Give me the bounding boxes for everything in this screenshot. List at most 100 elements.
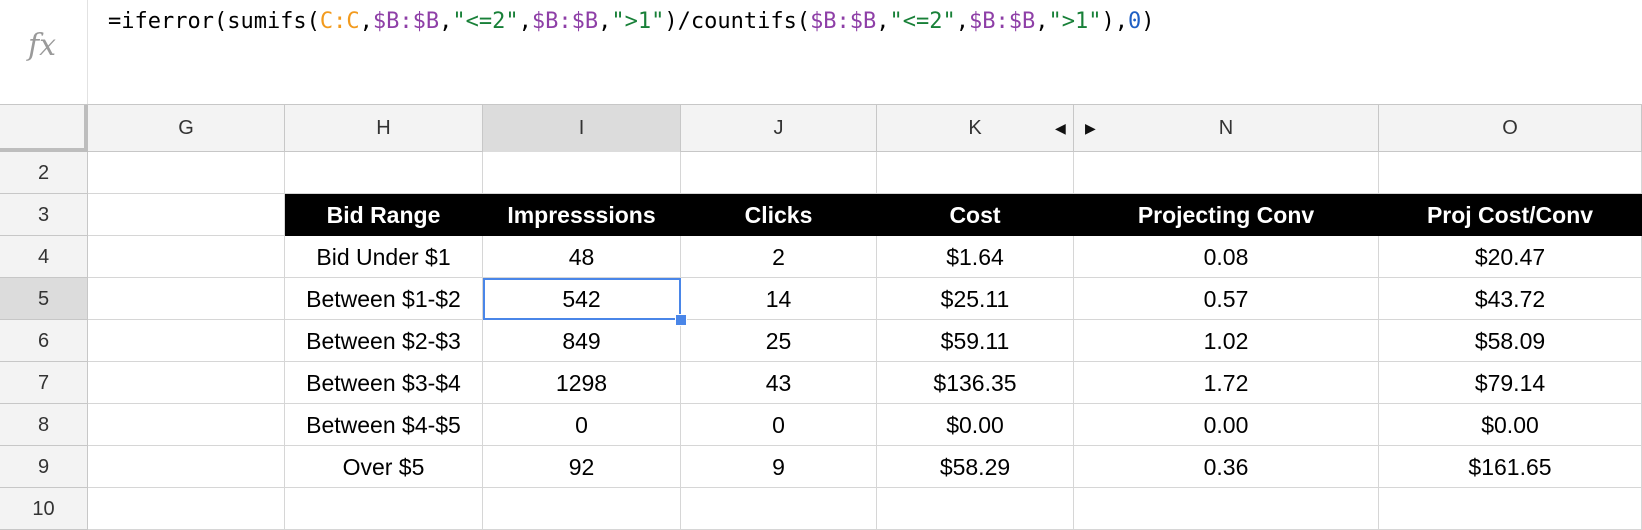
table-cell[interactable]: 43	[681, 362, 877, 404]
table-cell[interactable]: $43.72	[1379, 278, 1642, 320]
table-header-cell[interactable]: Bid Range	[285, 194, 483, 236]
empty-cell[interactable]	[877, 152, 1074, 194]
empty-cell[interactable]	[88, 236, 285, 278]
formula-token: ,	[518, 9, 532, 34]
select-all-corner[interactable]	[0, 105, 88, 152]
empty-cell[interactable]	[681, 152, 877, 194]
empty-cell[interactable]	[88, 194, 285, 236]
table-cell[interactable]: 0.57	[1074, 278, 1379, 320]
empty-cell[interactable]	[88, 362, 285, 404]
row-header-9[interactable]: 9	[0, 446, 88, 488]
empty-cell[interactable]	[88, 320, 285, 362]
empty-cell[interactable]	[877, 488, 1074, 530]
formula-token: $B:$B	[372, 9, 440, 34]
column-header-i[interactable]: I	[483, 105, 681, 152]
table-cell[interactable]: Between $2-$3	[285, 320, 483, 362]
formula-input[interactable]: =iferror(sumifs(C:C,$B:$B,"<=2",$B:$B,">…	[108, 8, 1155, 36]
empty-cell[interactable]	[1379, 488, 1642, 530]
table-cell[interactable]: Over $5	[285, 446, 483, 488]
row-header-5[interactable]: 5	[0, 278, 88, 320]
table-header-cell[interactable]: Cost	[877, 194, 1074, 236]
empty-cell[interactable]	[483, 488, 681, 530]
empty-cell[interactable]	[88, 446, 285, 488]
table-cell[interactable]: 1298	[483, 362, 681, 404]
formula-bar[interactable]: fx =iferror(sumifs(C:C,$B:$B,"<=2",$B:$B…	[0, 0, 1642, 104]
empty-cell[interactable]	[88, 404, 285, 446]
table-cell[interactable]: $20.47	[1379, 236, 1642, 278]
table-cell[interactable]: $0.00	[1379, 404, 1642, 446]
empty-cell[interactable]	[285, 152, 483, 194]
table-cell[interactable]: 25	[681, 320, 877, 362]
table-cell[interactable]: 2	[681, 236, 877, 278]
table-cell[interactable]: 48	[483, 236, 681, 278]
empty-cell[interactable]	[1074, 152, 1379, 194]
table-cell[interactable]: Between $1-$2	[285, 278, 483, 320]
empty-cell[interactable]	[1379, 152, 1642, 194]
formula-token: ,	[598, 9, 612, 34]
table-cell[interactable]: 14	[681, 278, 877, 320]
table-cell[interactable]: 849	[483, 320, 681, 362]
fill-handle[interactable]	[675, 314, 687, 326]
table-cell[interactable]: Between $3-$4	[285, 362, 483, 404]
row-header-8[interactable]: 8	[0, 404, 88, 446]
table-header-cell[interactable]: Proj Cost/Conv	[1379, 194, 1642, 236]
table-cell[interactable]: $136.35	[877, 362, 1074, 404]
table-cell[interactable]: 9	[681, 446, 877, 488]
formula-token: C:C	[319, 9, 360, 34]
table-cell[interactable]: $25.11	[877, 278, 1074, 320]
empty-cell[interactable]	[88, 278, 285, 320]
column-header-o[interactable]: O	[1379, 105, 1642, 152]
table-cell[interactable]: 0	[681, 404, 877, 446]
table-header-cell[interactable]: Clicks	[681, 194, 877, 236]
row-header-2[interactable]: 2	[0, 152, 88, 194]
table-cell[interactable]: Bid Under $1	[285, 236, 483, 278]
table-cell[interactable]: 0.08	[1074, 236, 1379, 278]
row-header-4[interactable]: 4	[0, 236, 88, 278]
empty-cell[interactable]	[681, 488, 877, 530]
column-header-k[interactable]: K	[877, 105, 1074, 152]
table-cell[interactable]: $58.09	[1379, 320, 1642, 362]
formula-token: $B:$B	[810, 9, 877, 34]
empty-cell[interactable]	[1074, 488, 1379, 530]
column-header-g[interactable]: G	[88, 105, 285, 152]
row-header-3[interactable]: 3	[0, 194, 88, 236]
spreadsheet-grid[interactable]: G H I J K N O ◀ ▶ 2 3 Bid Range Impresssions Clicks C…	[0, 104, 1642, 530]
formula-token: ,	[439, 9, 453, 34]
fx-icon: fx	[28, 28, 57, 63]
column-header-j[interactable]: J	[681, 105, 877, 152]
table-cell[interactable]: $161.65	[1379, 446, 1642, 488]
table-cell[interactable]: $59.11	[877, 320, 1074, 362]
formula-token: ,	[1035, 9, 1049, 34]
table-cell[interactable]: $79.14	[1379, 362, 1642, 404]
row-header-7[interactable]: 7	[0, 362, 88, 404]
table-cell[interactable]: $58.29	[877, 446, 1074, 488]
formula-token: ),	[1101, 9, 1129, 34]
table-header-cell[interactable]: Impresssions	[483, 194, 681, 236]
row-header-10[interactable]: 10	[0, 488, 88, 530]
table-cell[interactable]: 1.72	[1074, 362, 1379, 404]
hidden-columns-right-arrow-icon[interactable]: ▶	[1085, 105, 1096, 152]
table-cell[interactable]: $1.64	[877, 236, 1074, 278]
empty-cell[interactable]	[285, 488, 483, 530]
table-cell[interactable]: $0.00	[877, 404, 1074, 446]
table-cell[interactable]: 0.36	[1074, 446, 1379, 488]
formula-token: )	[1141, 9, 1155, 34]
column-header-n[interactable]: N	[1074, 105, 1379, 152]
table-cell[interactable]: 542	[483, 278, 681, 320]
empty-cell[interactable]	[483, 152, 681, 194]
formula-token: "<=2"	[452, 9, 519, 34]
table-cell[interactable]: 92	[483, 446, 681, 488]
formula-token: ">1"	[1048, 9, 1102, 34]
hidden-columns-left-arrow-icon[interactable]: ◀	[1055, 105, 1066, 152]
formula-token: "<=2"	[889, 9, 956, 34]
table-header-cell[interactable]: Projecting Conv	[1074, 194, 1379, 236]
table-cell[interactable]: Between $4-$5	[285, 404, 483, 446]
table-cell[interactable]: 0.00	[1074, 404, 1379, 446]
column-header-h[interactable]: H	[285, 105, 483, 152]
empty-cell[interactable]	[88, 152, 285, 194]
row-header-6[interactable]: 6	[0, 320, 88, 362]
table-cell[interactable]: 0	[483, 404, 681, 446]
empty-cell[interactable]	[88, 488, 285, 530]
table-cell[interactable]: 1.02	[1074, 320, 1379, 362]
formula-token: ,	[876, 9, 890, 34]
